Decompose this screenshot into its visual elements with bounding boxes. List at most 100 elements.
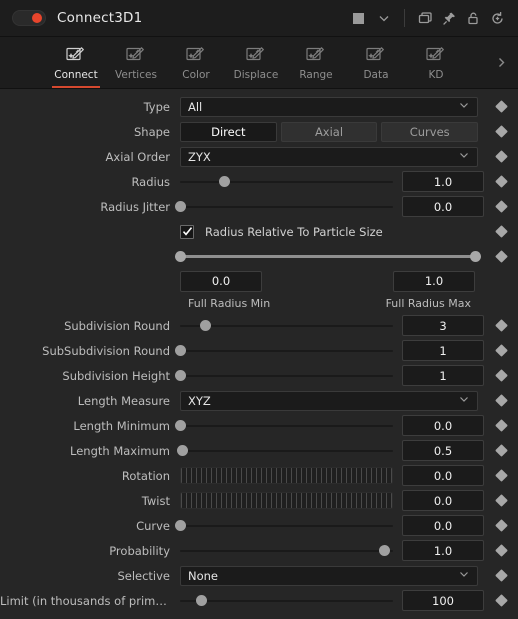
titlebar-divider: [404, 9, 405, 27]
shape-option-direct[interactable]: Direct: [180, 121, 277, 142]
tab-strip: Connect Vertices Color Displace Range Da…: [0, 37, 518, 89]
subsubdivision-round-value-field[interactable]: 1: [402, 340, 484, 361]
limit-slider[interactable]: [180, 591, 393, 611]
subdivision-height-value-field[interactable]: 1: [402, 365, 484, 386]
slider-handle[interactable]: [174, 420, 186, 431]
keyframe-button[interactable]: [484, 419, 518, 432]
duplicate-icon[interactable]: [414, 7, 436, 29]
param-label: Type: [143, 99, 170, 114]
full-radius-max-caption: Full Radius Max: [385, 297, 471, 310]
length-minimum-value-field[interactable]: 0.0: [402, 415, 484, 436]
twist-dial[interactable]: [180, 492, 393, 509]
keyframe-button[interactable]: [484, 394, 518, 407]
radius-value-field[interactable]: 1.0: [402, 171, 484, 192]
shape-option-axial[interactable]: Axial: [280, 121, 378, 142]
selective-dropdown[interactable]: None: [180, 565, 478, 586]
keyframe-button[interactable]: [484, 225, 518, 238]
subdivision-round-slider[interactable]: [180, 316, 393, 336]
full-radius-max-field[interactable]: 1.0: [393, 270, 475, 292]
keyframe-button[interactable]: [484, 594, 518, 607]
tab-kd[interactable]: KD: [406, 37, 466, 88]
rotation-dial[interactable]: [180, 467, 393, 484]
limit-value-field[interactable]: 100: [402, 590, 484, 611]
keyframe-button[interactable]: [484, 519, 518, 532]
length-measure-dropdown[interactable]: XYZ: [180, 390, 478, 411]
slider-handle[interactable]: [174, 520, 186, 531]
keyframe-button[interactable]: [484, 569, 518, 582]
keyframe-button[interactable]: [484, 125, 518, 138]
tab-label: Displace: [233, 68, 279, 81]
chevron-down-icon: [458, 99, 470, 114]
keyframe-button[interactable]: [484, 444, 518, 457]
param-row-type: Type All: [0, 94, 518, 119]
twist-value-field[interactable]: 0.0: [402, 490, 484, 511]
curve-value-field[interactable]: 0.0: [402, 515, 484, 536]
full-radius-min-field[interactable]: 0.0: [180, 270, 262, 292]
slider-handle[interactable]: [174, 345, 186, 356]
probability-slider[interactable]: [180, 541, 393, 561]
param-label: SubSubdivision Round: [42, 343, 170, 358]
range-handle-max[interactable]: [469, 250, 481, 262]
axial-order-dropdown[interactable]: ZYX: [180, 146, 478, 167]
slider-handle[interactable]: [176, 445, 188, 456]
probability-value-field[interactable]: 1.0: [402, 540, 484, 561]
length-measure-dropdown-value: XYZ: [188, 393, 211, 408]
keyframe-button[interactable]: [484, 544, 518, 557]
tab-range[interactable]: Range: [286, 37, 346, 88]
type-dropdown[interactable]: All: [180, 96, 478, 117]
length-maximum-slider[interactable]: [176, 441, 393, 461]
keyframe-button[interactable]: [484, 175, 518, 188]
subdivision-height-slider[interactable]: [174, 366, 393, 386]
keyframe-button[interactable]: [484, 100, 518, 113]
slider-handle[interactable]: [174, 201, 186, 212]
slider-handle[interactable]: [378, 545, 390, 556]
chevron-down-icon[interactable]: [373, 7, 395, 29]
slider-handle[interactable]: [174, 370, 186, 381]
param-row-subsubdivision-round: SubSubdivision Round 1: [0, 338, 518, 363]
radius-slider[interactable]: [180, 172, 393, 192]
radius-jitter-slider[interactable]: [174, 197, 393, 217]
tab-color[interactable]: Color: [166, 37, 226, 88]
parameter-list: Type All Shape Direct Axial Curves Axial…: [0, 89, 518, 619]
param-label: Probability: [109, 543, 170, 558]
curve-slider[interactable]: [174, 516, 393, 536]
tab-data[interactable]: Data: [346, 37, 406, 88]
param-label: Length Maximum: [70, 443, 170, 458]
node-enable-toggle[interactable]: [12, 10, 46, 26]
length-maximum-value-field[interactable]: 0.5: [402, 440, 484, 461]
rotation-value-field[interactable]: 0.0: [402, 465, 484, 486]
radius-jitter-value-field[interactable]: 0.0: [402, 196, 484, 217]
titlebar-actions: [349, 7, 508, 29]
tab-connect[interactable]: Connect: [46, 37, 106, 88]
keyframe-button[interactable]: [484, 150, 518, 163]
keyframe-button[interactable]: [484, 494, 518, 507]
param-label: Radius Jitter: [100, 199, 170, 214]
slider-handle[interactable]: [195, 595, 207, 606]
length-minimum-slider[interactable]: [174, 416, 393, 436]
lock-icon[interactable]: [462, 7, 484, 29]
keyframe-button[interactable]: [484, 319, 518, 332]
reset-icon[interactable]: [486, 7, 508, 29]
slider-handle[interactable]: [219, 176, 231, 187]
param-row-shape: Shape Direct Axial Curves: [0, 119, 518, 144]
color-swatch-icon[interactable]: [349, 7, 371, 29]
subdivision-round-value-field[interactable]: 3: [402, 315, 484, 336]
radius-relative-checkbox[interactable]: [180, 224, 194, 239]
keyframe-button[interactable]: [484, 369, 518, 382]
tab-vertices[interactable]: Vertices: [106, 37, 166, 88]
pin-icon[interactable]: [438, 7, 460, 29]
tab-displace[interactable]: Displace: [226, 37, 286, 88]
chevron-down-icon: [458, 568, 470, 583]
keyframe-button[interactable]: [484, 469, 518, 482]
subsubdivision-round-slider[interactable]: [174, 341, 393, 361]
chevron-right-icon[interactable]: [488, 37, 514, 88]
page-title: Connect3D1: [57, 10, 143, 26]
shape-option-curves[interactable]: Curves: [381, 121, 479, 142]
keyframe-button[interactable]: [484, 344, 518, 357]
range-handle-min[interactable]: [174, 250, 186, 262]
keyframe-button[interactable]: [484, 200, 518, 213]
slider-handle[interactable]: [200, 320, 212, 331]
param-label: Rotation: [121, 468, 170, 483]
full-radius-range-slider[interactable]: [174, 246, 481, 266]
keyframe-button[interactable]: [484, 249, 518, 263]
